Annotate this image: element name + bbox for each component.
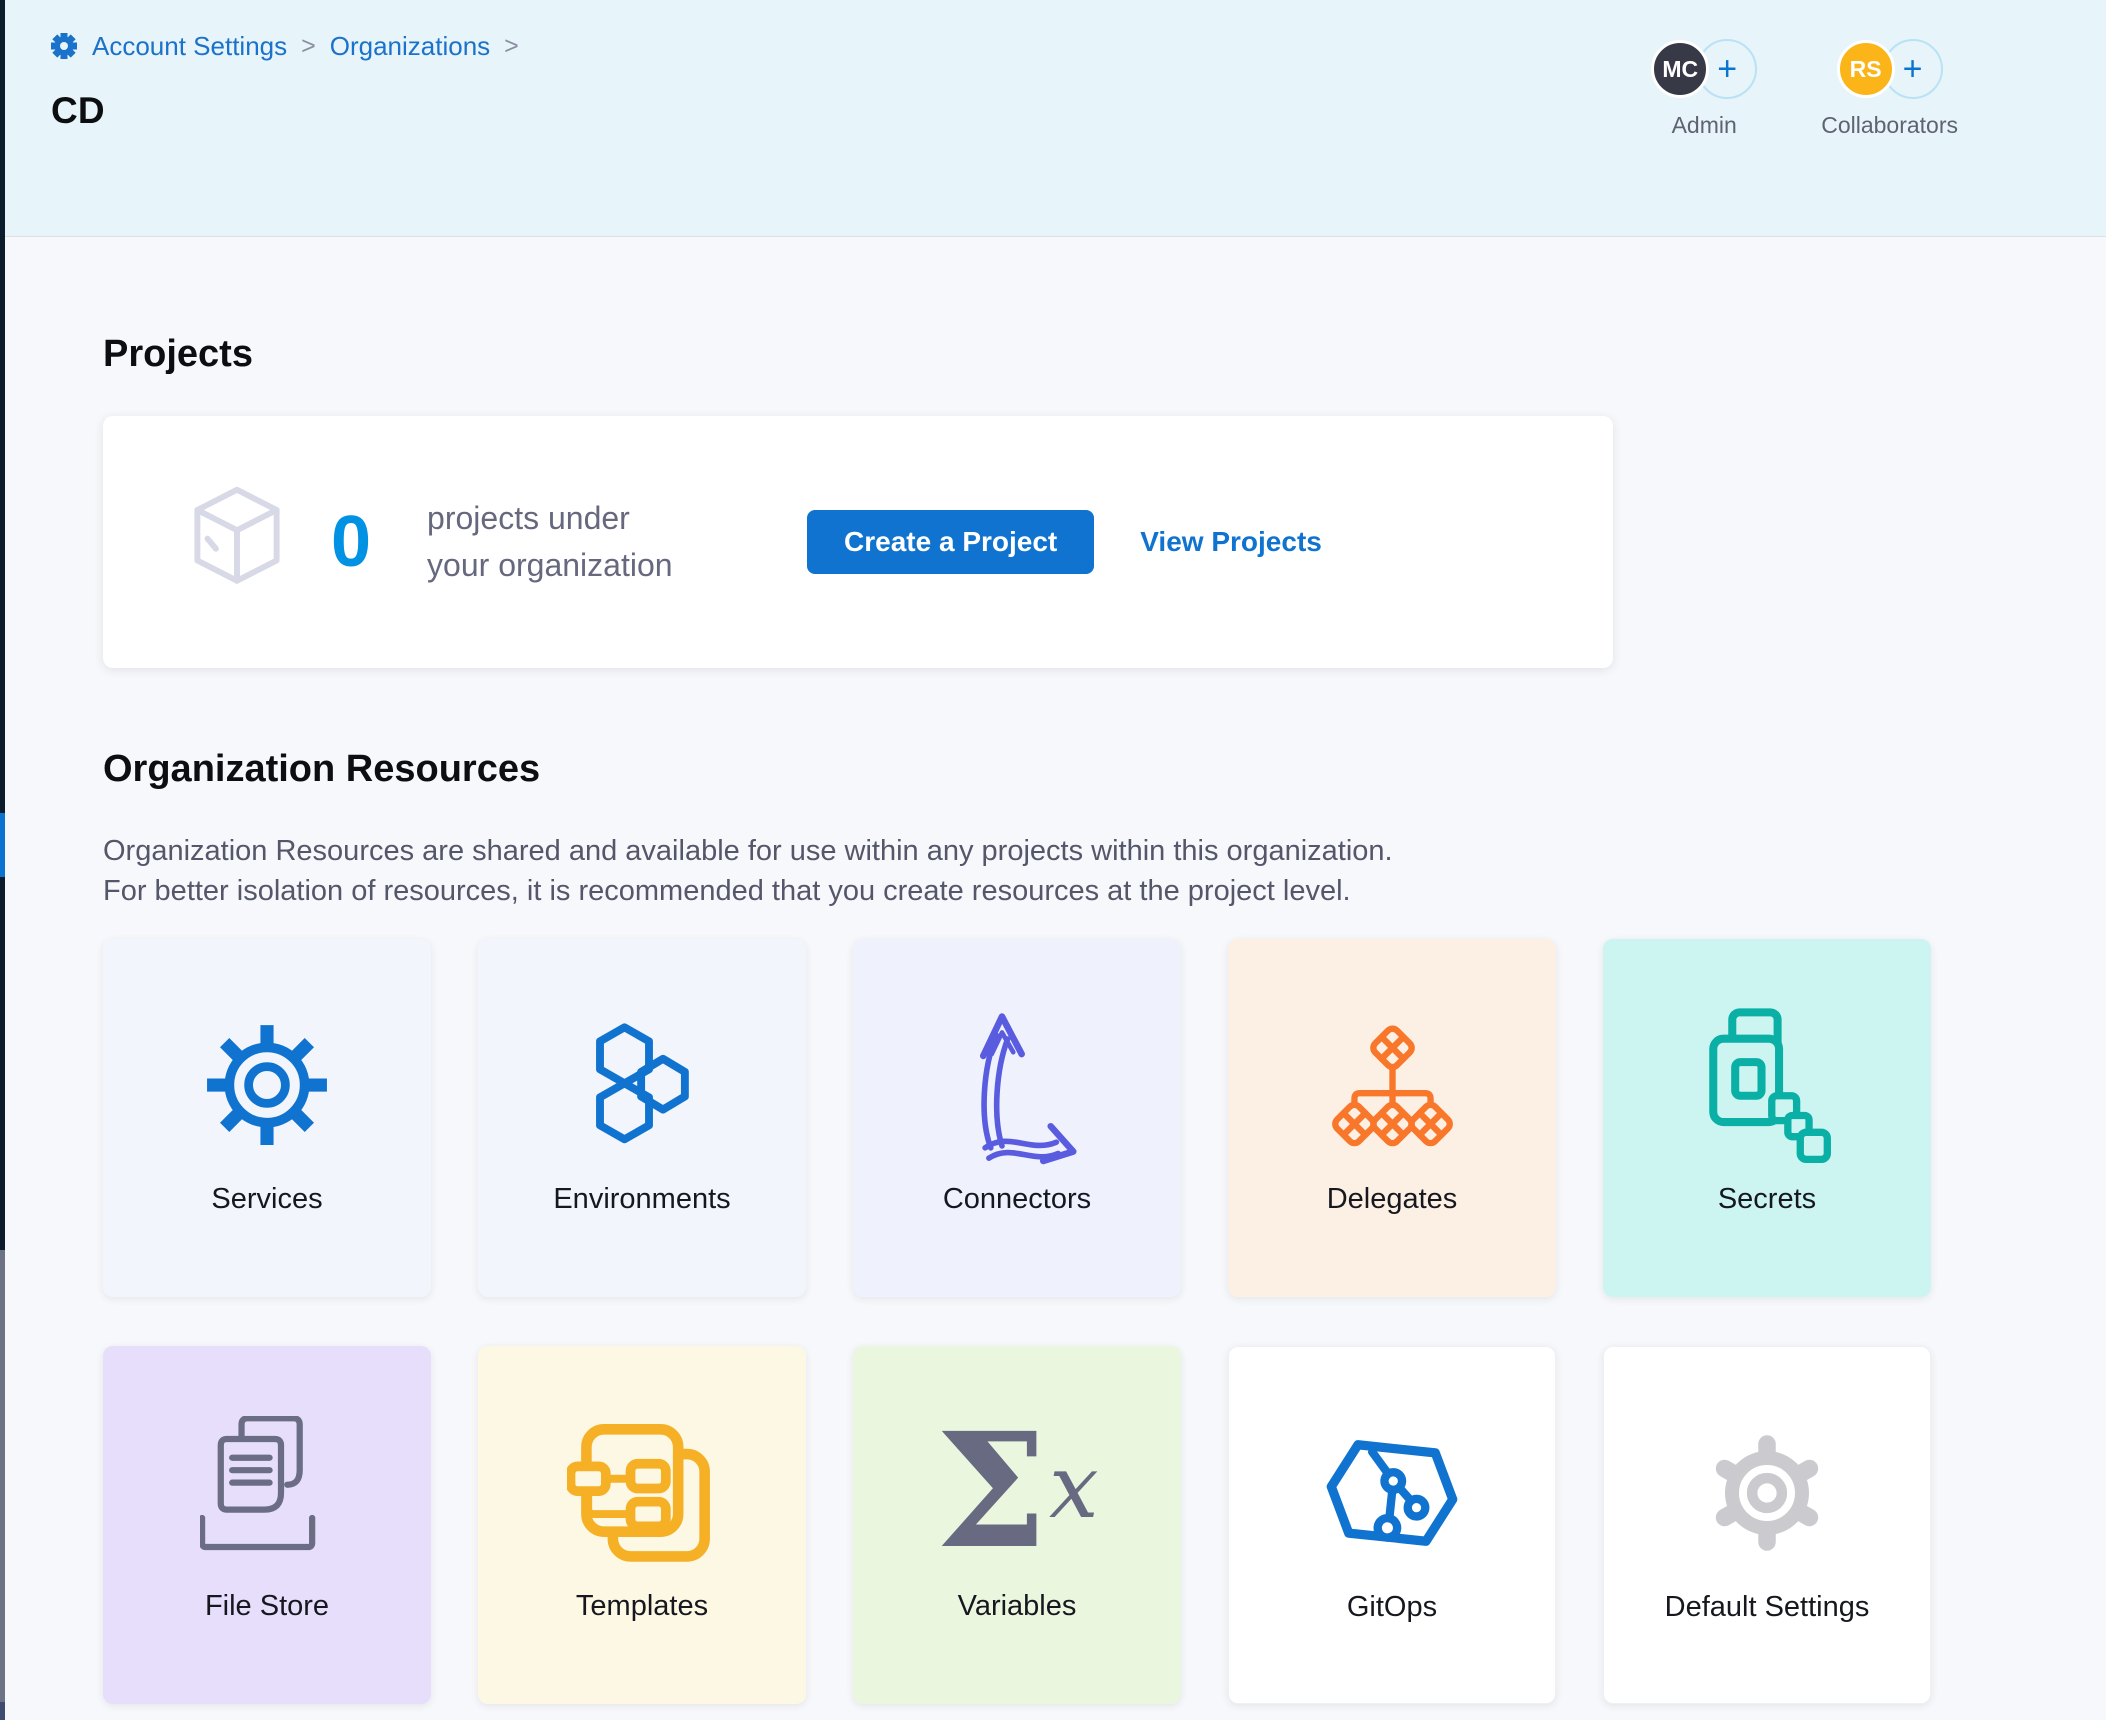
resource-card-label: Connectors xyxy=(943,1183,1091,1216)
organization-resources-description: Organization Resources are shared and av… xyxy=(103,831,2028,911)
view-projects-link[interactable]: View Projects xyxy=(1140,526,1322,558)
resource-card-variables[interactable]: Σ x Variables xyxy=(853,1346,1181,1704)
nav-edge-strip-dark xyxy=(0,0,5,1250)
collaborators-label: Collaborators xyxy=(1821,112,1958,139)
resource-card-environments[interactable]: Environments xyxy=(478,939,806,1297)
sigma-glyph: Σ xyxy=(935,1413,1047,1571)
file-stack-icon xyxy=(200,1416,335,1568)
resources-grid-row-2: File Store Templates xyxy=(103,1346,2028,1704)
settings-gear-icon xyxy=(48,30,80,62)
nav-edge-strip xyxy=(0,0,5,1720)
hexagons-icon xyxy=(572,1009,712,1161)
collaborator-avatar[interactable]: RS xyxy=(1837,40,1895,98)
gear-outline-icon xyxy=(1697,1417,1837,1569)
delegate-tree-icon xyxy=(1320,1009,1465,1161)
project-count-caption: projects under your organization xyxy=(427,495,695,589)
breadcrumb-link-organizations[interactable]: Organizations xyxy=(330,31,490,62)
resource-card-connectors[interactable]: Connectors xyxy=(853,939,1181,1297)
resource-card-gitops[interactable]: GitOps xyxy=(1228,1346,1556,1704)
page-header: Account Settings > Organizations > CD MC… xyxy=(5,0,2106,237)
resources-grid-row-1: Services Environments xyxy=(103,939,2028,1297)
breadcrumb-link-account-settings[interactable]: Account Settings xyxy=(92,31,287,62)
resource-card-delegates[interactable]: Delegates xyxy=(1228,939,1556,1297)
nav-edge-strip-footer xyxy=(0,1702,5,1720)
admin-avatar[interactable]: MC xyxy=(1651,40,1709,98)
resource-card-default-settings[interactable]: Default Settings xyxy=(1603,1346,1931,1704)
breadcrumb-separator: > xyxy=(502,32,521,61)
resource-card-label: Templates xyxy=(576,1590,708,1623)
organization-resources-heading: Organization Resources xyxy=(103,748,2028,791)
resource-card-label: Default Settings xyxy=(1665,1591,1870,1624)
create-project-button[interactable]: Create a Project xyxy=(807,510,1094,574)
breadcrumb-separator: > xyxy=(299,32,318,61)
project-count: 0 xyxy=(331,501,371,583)
admin-label: Admin xyxy=(1672,112,1737,139)
nav-edge-strip-accent xyxy=(0,813,5,877)
resource-card-label: File Store xyxy=(205,1590,329,1623)
description-line: For better isolation of resources, it is… xyxy=(103,871,2028,911)
resource-card-label: Secrets xyxy=(1718,1183,1816,1216)
resource-card-label: Services xyxy=(211,1183,322,1216)
resource-card-label: GitOps xyxy=(1347,1591,1437,1624)
resource-card-label: Environments xyxy=(553,1183,730,1216)
description-line: Organization Resources are shared and av… xyxy=(103,831,2028,871)
projects-heading: Projects xyxy=(103,333,2028,376)
breadcrumb: Account Settings > Organizations > xyxy=(48,30,521,62)
resource-card-label: Delegates xyxy=(1327,1183,1458,1216)
sigma-x-icon: Σ x xyxy=(935,1416,1098,1568)
people-panel: MC + Admin RS + Collaborators xyxy=(1651,38,1958,139)
collaborators-group: RS + Collaborators xyxy=(1821,38,1958,139)
page-title: CD xyxy=(51,90,105,132)
admin-group: MC + Admin xyxy=(1651,38,1757,139)
resource-card-templates[interactable]: Templates xyxy=(478,1346,806,1704)
project-cube-icon xyxy=(181,483,293,601)
x-glyph: x xyxy=(1049,1443,1099,1531)
main-content: Projects 0 projects under your organizat… xyxy=(103,237,2028,1704)
template-docs-icon xyxy=(567,1416,717,1568)
branching-arrows-icon xyxy=(942,1009,1092,1161)
gitops-hexagon-icon xyxy=(1318,1417,1466,1569)
resource-card-services[interactable]: Services xyxy=(103,939,431,1297)
resource-card-label: Variables xyxy=(958,1590,1077,1623)
resource-card-file-store[interactable]: File Store xyxy=(103,1346,431,1704)
secrets-lock-icon xyxy=(1703,1009,1831,1161)
resource-card-secrets[interactable]: Secrets xyxy=(1603,939,1931,1297)
projects-summary-card: 0 projects under your organization Creat… xyxy=(103,416,1613,668)
gear-icon xyxy=(197,1009,337,1161)
